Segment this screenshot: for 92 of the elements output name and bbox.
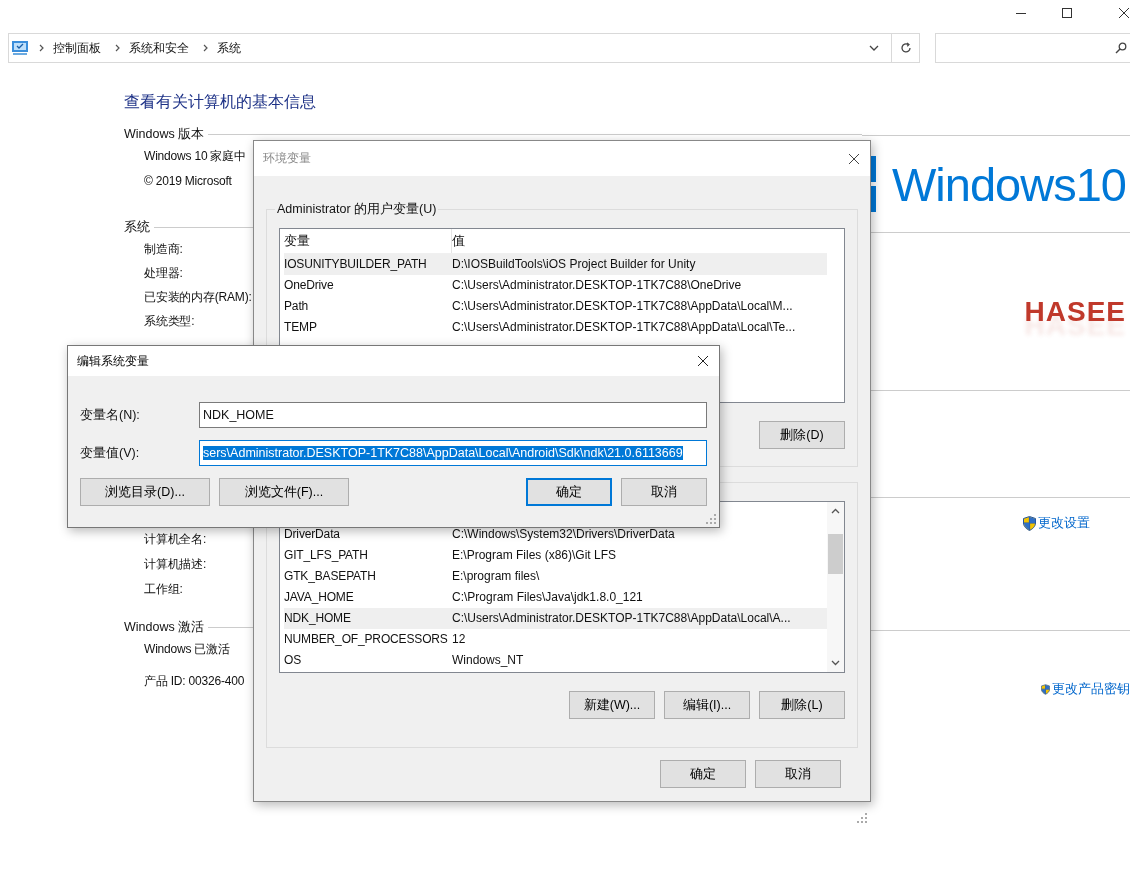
- table-cell-text: IOSUNITYBUILDER_PATH: [284, 256, 428, 273]
- table-cell-text: GTK_BASEPATH: [284, 568, 377, 585]
- group-label: Administrator 的用户变量(U): [276, 201, 438, 218]
- section-title: Windows 版本: [124, 125, 205, 143]
- table-cell-text: OS: [284, 652, 303, 669]
- delete-button[interactable]: 删除(D): [759, 421, 845, 449]
- dialog-button[interactable]: 确定: [660, 760, 746, 788]
- table-cell-text: Windows_NT: [452, 652, 525, 669]
- dropdown-caret-icon[interactable]: [869, 45, 879, 51]
- resize-grip-icon[interactable]: [706, 514, 716, 524]
- info-label: 处理器:: [144, 265, 183, 282]
- info-label: Windows 已激活: [144, 641, 230, 658]
- table-cell-text: JAVA_HOME: [284, 589, 355, 606]
- info-label: 系统类型:: [144, 313, 195, 330]
- table-cell-text: TEMP: [284, 319, 318, 336]
- table-cell-text: E:\program files\: [452, 568, 541, 585]
- page-heading: 查看有关计算机的基本信息: [124, 92, 317, 112]
- column-header[interactable]: 值: [452, 229, 827, 253]
- dialog-title: 编辑系统变量: [77, 352, 149, 370]
- info-label: 计算机全名:: [144, 531, 207, 548]
- section-title: Windows 激活: [124, 618, 205, 636]
- resize-grip-icon[interactable]: [857, 813, 867, 823]
- table-cell-text: C:\Users\Administrator.DESKTOP-1TK7C88\AppData\Local\M...: [452, 298, 794, 315]
- browse-button[interactable]: 浏览文件(F)...: [219, 478, 349, 506]
- info-label: 工作组:: [144, 581, 183, 598]
- table-cell-text: GIT_LFS_PATH: [284, 547, 369, 564]
- variable-row[interactable]: DriverData C:\Windows\System32\Drivers\DriverData: [284, 524, 827, 545]
- field-label: 变量名(N):: [80, 406, 141, 424]
- close-icon[interactable]: [848, 152, 860, 165]
- table-cell-text: DriverData: [284, 526, 341, 543]
- table-cell-text: C:\Program Files\Java\jdk1.8.0_121: [452, 589, 644, 606]
- search-field[interactable]: [935, 33, 1130, 63]
- close-icon[interactable]: [697, 355, 709, 367]
- browse-button[interactable]: 浏览目录(D)...: [80, 478, 210, 506]
- computer-icon: [11, 40, 29, 56]
- variable-row[interactable]: GIT_LFS_PATH E:\Program Files (x86)\Git LFS: [284, 545, 827, 566]
- table-cell-text: C:\Users\Administrator.DESKTOP-1TK7C88\AppData\Local\A...: [452, 610, 792, 627]
- chevron-icon: [115, 44, 121, 52]
- scroll-down-icon[interactable]: [831, 660, 840, 666]
- variable-row[interactable]: IOSUNITYBUILDER_PATH D:\IOSBuildTools\iOS Project Builder for Unity: [284, 254, 827, 275]
- table-cell-text: C:\Users\Administrator.DESKTOP-1TK7C88\OneDrive: [452, 277, 743, 294]
- oem-logo: HASEE: [1024, 295, 1126, 328]
- field-label: 变量值(V):: [80, 444, 141, 462]
- dialog-button[interactable]: 确定: [526, 478, 612, 506]
- table-cell-text: D:\IOSBuildTools\iOS Project Builder for Unity: [452, 256, 697, 273]
- variable-row[interactable]: OneDrive C:\Users\Administrator.DESKTOP-1TK7C88\OneDrive: [284, 275, 827, 296]
- input-field[interactable]: sers\Administrator.DESKTOP-1TK7C88\AppData\Local\Android\Sdk\ndk\21.0.6113669: [199, 440, 707, 466]
- product-key-link[interactable]: 更改产品密钥: [1052, 681, 1130, 698]
- dialog-button[interactable]: 编辑(I)...: [664, 691, 750, 719]
- variable-row[interactable]: TEMP C:\Users\Administrator.DESKTOP-1TK7C88\AppData\Local\Te...: [284, 317, 827, 338]
- dialog-button[interactable]: 取消: [621, 478, 707, 506]
- variable-row[interactable]: OS Windows_NT: [284, 650, 827, 671]
- shield-icon: [1023, 516, 1036, 531]
- variable-row[interactable]: Path C:\Users\Administrator.DESKTOP-1TK7C88\AppData\Local\M...: [284, 296, 827, 317]
- variable-row[interactable]: NDK_HOME C:\Users\Administrator.DESKTOP-1TK7C88\AppData\Local\A...: [284, 608, 827, 629]
- info-label: 制造商:: [144, 241, 183, 258]
- address-bar[interactable]: 控制面板 系统和安全 系统: [8, 33, 920, 63]
- variable-row[interactable]: JAVA_HOME C:\Program Files\Java\jdk1.8.0_121: [284, 587, 827, 608]
- info-label: 已安装的内存(RAM):: [144, 289, 252, 306]
- input-field[interactable]: NDK_HOME: [199, 402, 707, 428]
- windows-logo-text: Windows10: [892, 156, 1126, 212]
- info-label: Windows 10 家庭中: [144, 148, 246, 165]
- breadcrumb-link[interactable]: 系统和安全: [129, 39, 189, 57]
- scrollbar-thumb[interactable]: [828, 534, 843, 574]
- table-cell-text: NDK_HOME: [284, 610, 352, 627]
- search-icon: [1115, 42, 1127, 54]
- dialog-title: 环境变量: [263, 150, 311, 167]
- breadcrumb-link[interactable]: 控制面板: [53, 39, 101, 57]
- dialog-button[interactable]: 新建(W)...: [569, 691, 655, 719]
- table-cell-text: 12: [452, 631, 467, 648]
- scroll-up-icon[interactable]: [831, 508, 840, 514]
- table-cell-text: C:\Users\Administrator.DESKTOP-1TK7C88\AppData\Local\Te...: [452, 319, 797, 336]
- table-cell-text: Path: [284, 298, 310, 315]
- table-cell-text: C:\Windows\System32\Drivers\DriverData: [452, 526, 676, 543]
- info-label: 计算机描述:: [144, 556, 207, 573]
- dialog-button[interactable]: 取消: [755, 760, 841, 788]
- info-label: © 2019 Microsoft: [144, 173, 232, 190]
- variable-row[interactable]: NUMBER_OF_PROCESSORS 12: [284, 629, 827, 650]
- info-label: 产品 ID: 00326-400: [144, 673, 245, 690]
- shield-icon: [1041, 682, 1050, 697]
- dialog-button[interactable]: 删除(L): [759, 691, 845, 719]
- section-title: 系统: [124, 218, 150, 236]
- variable-row[interactable]: GTK_BASEPATH E:\program files\: [284, 566, 827, 587]
- column-header[interactable]: 变量: [284, 229, 452, 253]
- table-cell-text: NUMBER_OF_PROCESSORS: [284, 631, 449, 648]
- table-cell-text: E:\Program Files (x86)\Git LFS: [452, 547, 618, 564]
- chevron-icon: [203, 44, 209, 52]
- table-cell-text: OneDrive: [284, 277, 335, 294]
- scrollbar[interactable]: [827, 502, 844, 672]
- breadcrumb-link[interactable]: 系统: [217, 39, 241, 57]
- settings-link[interactable]: 更改设置: [1038, 515, 1090, 532]
- chevron-icon: [39, 44, 45, 52]
